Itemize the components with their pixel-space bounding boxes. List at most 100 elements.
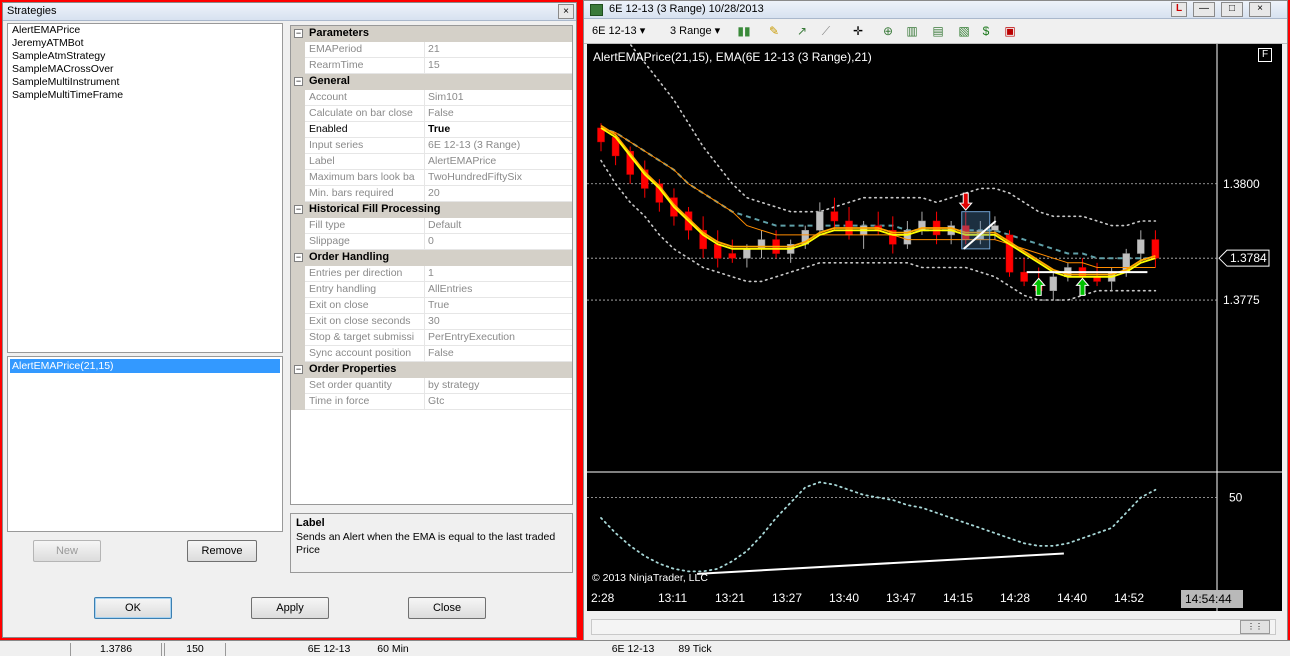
other-chart-period[interactable]: 60 Min <box>368 643 418 656</box>
property-value[interactable]: Default <box>425 218 572 234</box>
property-value[interactable]: PerEntryExecution <box>425 330 572 346</box>
property-name: Fill type <box>305 218 425 234</box>
row-gutter <box>291 346 305 362</box>
property-row[interactable]: Maximum bars look ba TwoHundredFiftySix <box>291 170 572 186</box>
zoom-icon[interactable]: ⊕ <box>880 23 896 39</box>
dollar-icon[interactable]: $ <box>978 23 994 39</box>
row-gutter <box>291 282 305 298</box>
property-value[interactable]: False <box>425 106 572 122</box>
scroll-thumb[interactable]: ⋮⋮ <box>1240 620 1270 634</box>
horizontal-scrollbar[interactable]: ⋮⋮ <box>587 613 1282 640</box>
property-row[interactable]: Set order quantity by strategy <box>291 378 572 394</box>
minimize-icon[interactable]: — <box>1193 2 1215 17</box>
close-button[interactable]: Close <box>408 597 486 619</box>
maximize-icon[interactable]: □ <box>1221 2 1243 17</box>
property-row[interactable]: Min. bars required 20 <box>291 186 572 202</box>
strategy-list-item[interactable]: SampleMultiInstrument <box>8 76 282 89</box>
strategy-list-item[interactable]: JeremyATMBot <box>8 37 282 50</box>
new-button[interactable]: New <box>33 540 101 562</box>
property-name: Sync account position <box>305 346 425 362</box>
chart-style-icon[interactable]: ▮▮ <box>736 23 752 39</box>
property-value[interactable]: 1 <box>425 266 572 282</box>
property-grid[interactable]: − Parameters EMAPeriod 21 RearmTime 15− Genera… <box>290 25 573 505</box>
property-value[interactable]: 20 <box>425 186 572 202</box>
property-value[interactable]: True <box>425 122 572 138</box>
collapse-icon[interactable]: − <box>294 253 303 262</box>
remove-button[interactable]: Remove <box>187 540 257 562</box>
property-value[interactable]: 21 <box>425 42 572 58</box>
property-value[interactable]: Sim101 <box>425 90 572 106</box>
line-tool-icon[interactable]: ⟋ <box>818 23 834 39</box>
ok-button[interactable]: OK <box>94 597 172 619</box>
pencil-icon[interactable]: ✎ <box>766 23 782 39</box>
property-value[interactable]: 6E 12-13 (3 Range) <box>425 138 572 154</box>
window-close-icon[interactable]: × <box>1249 2 1271 17</box>
property-row[interactable]: Stop & target submissi PerEntryExecution <box>291 330 572 346</box>
time-axis-label: 13:47 <box>886 591 916 605</box>
property-row[interactable]: Fill type Default <box>291 218 572 234</box>
property-value[interactable]: by strategy <box>425 378 572 394</box>
property-name: Label <box>305 154 425 170</box>
property-row[interactable]: Time in force Gtc <box>291 394 572 410</box>
property-value[interactable]: 0 <box>425 234 572 250</box>
chart-panel[interactable]: 1.3800 1.3775 1.3784 50 2:28 13:11 13:21 13:27 1… <box>587 20 1282 611</box>
collapse-icon[interactable]: − <box>294 29 303 38</box>
property-row[interactable]: Exit on close seconds 30 <box>291 314 572 330</box>
oscillator-line <box>600 481 1157 573</box>
period-selector[interactable]: 3 Range ▾ <box>670 23 720 40</box>
property-category[interactable]: − Parameters <box>291 26 572 42</box>
available-strategies-list[interactable]: AlertEMAPrice JeremyATMBot SampleAtmStrate… <box>7 23 283 353</box>
property-row[interactable]: RearmTime 15 <box>291 58 572 74</box>
apply-button[interactable]: Apply <box>251 597 329 619</box>
property-row[interactable]: Entry handling AllEntries <box>291 282 572 298</box>
crosshair-icon[interactable]: ✛ <box>850 23 866 39</box>
property-row[interactable]: Enabled True <box>291 122 572 138</box>
property-row[interactable]: Entries per direction 1 <box>291 266 572 282</box>
row-gutter <box>291 42 305 58</box>
strategy-list-item[interactable]: SampleMACrossOver <box>8 63 282 76</box>
property-category[interactable]: − Historical Fill Processing <box>291 202 572 218</box>
instrument-selector[interactable]: 6E 12-13 ▾ <box>592 23 645 40</box>
configured-strategies-list[interactable]: AlertEMAPrice(21,15) <box>7 356 283 532</box>
other-chart2-period[interactable]: 89 Tick <box>670 643 720 656</box>
property-row[interactable]: Sync account position False <box>291 346 572 362</box>
collapse-icon[interactable]: − <box>294 365 303 374</box>
property-value[interactable]: False <box>425 346 572 362</box>
property-row[interactable]: Exit on close True <box>291 298 572 314</box>
link-button[interactable]: L <box>1171 2 1187 17</box>
property-category[interactable]: − Order Handling <box>291 250 572 266</box>
close-icon[interactable]: × <box>558 4 574 19</box>
property-row[interactable]: Label AlertEMAPrice <box>291 154 572 170</box>
strategy-icon[interactable]: ▣ <box>1002 23 1018 39</box>
candles-icon[interactable]: ▤ <box>930 23 946 39</box>
strategy-list-item[interactable]: SampleAtmStrategy <box>8 50 282 63</box>
other-chart-instrument[interactable]: 6E 12-13 <box>297 643 361 656</box>
strategy-list-item[interactable]: AlertEMAPrice <box>8 24 282 37</box>
property-value[interactable]: Gtc <box>425 394 572 410</box>
property-value[interactable]: TwoHundredFiftySix <box>425 170 572 186</box>
property-value[interactable]: True <box>425 298 572 314</box>
property-row[interactable]: Slippage 0 <box>291 234 572 250</box>
property-value[interactable]: 30 <box>425 314 572 330</box>
property-row[interactable]: EMAPeriod 21 <box>291 42 572 58</box>
property-value[interactable]: 15 <box>425 58 572 74</box>
configured-strategy-item[interactable]: AlertEMAPrice(21,15) <box>10 359 280 373</box>
indicator-icon[interactable]: ▧ <box>956 23 972 39</box>
property-row[interactable]: Calculate on bar close False <box>291 106 572 122</box>
property-row[interactable]: Input series 6E 12-13 (3 Range) <box>291 138 572 154</box>
draw-objects-icon[interactable]: ↗ <box>794 23 810 39</box>
collapse-icon[interactable]: − <box>294 205 303 214</box>
other-chart2-instrument[interactable]: 6E 12-13 <box>604 643 662 656</box>
scroll-track[interactable] <box>591 619 1276 635</box>
property-value[interactable]: AlertEMAPrice <box>425 154 572 170</box>
property-category[interactable]: − Order Properties <box>291 362 572 378</box>
property-category[interactable]: − General <box>291 74 572 90</box>
f-button[interactable]: F <box>1258 48 1272 62</box>
row-gutter <box>291 186 305 202</box>
strategy-list-item[interactable]: SampleMultiTimeFrame <box>8 89 282 102</box>
bars-icon[interactable]: ▥ <box>904 23 920 39</box>
collapse-icon[interactable]: − <box>294 77 303 86</box>
description-text: Sends an Alert when the EMA is equal to … <box>296 531 556 556</box>
property-value[interactable]: AllEntries <box>425 282 572 298</box>
property-row[interactable]: Account Sim101 <box>291 90 572 106</box>
